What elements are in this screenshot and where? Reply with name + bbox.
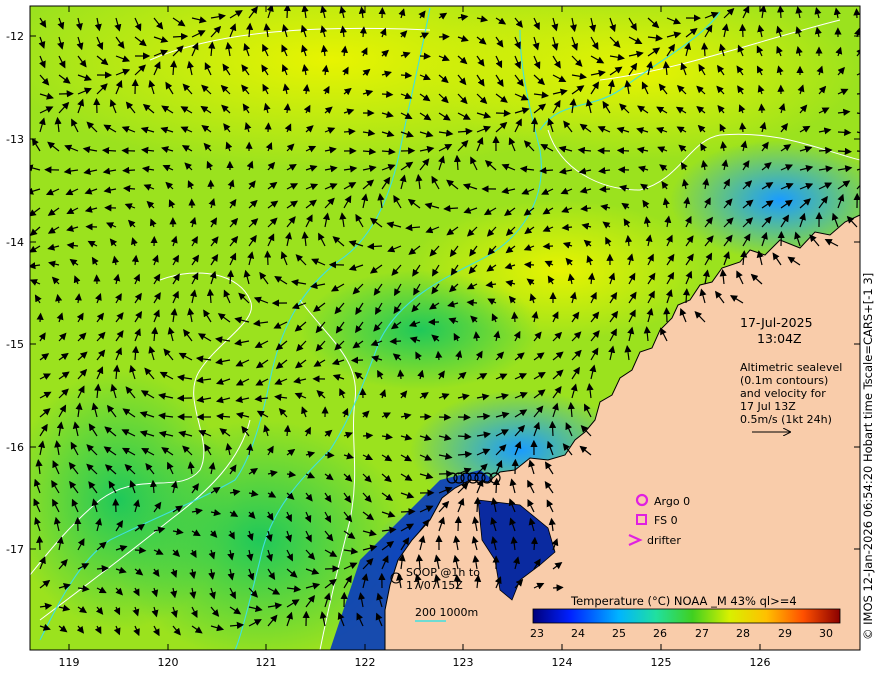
lon-tick-label: 121 [256, 656, 277, 669]
colorbar-tick: 28 [736, 627, 750, 640]
velocity-arrow [401, 75, 411, 76]
colorbar-tick: 29 [778, 627, 792, 640]
fs-label: FS 0 [654, 514, 678, 527]
velocity-arrow [116, 500, 117, 513]
velocity-arrow [544, 246, 553, 247]
lat-tick-label: -17 [6, 543, 24, 556]
velocity-arrow [344, 131, 355, 132]
velocity-arrow [496, 113, 510, 114]
velocity-arrow [268, 124, 269, 133]
argo-label: Argo 0 [654, 495, 690, 508]
colorbar-tick: 26 [653, 627, 667, 640]
velocity-arrow [124, 188, 135, 189]
soop-label: SOOP @1h to [406, 566, 480, 579]
altimetry-line: (0.1m contours) [740, 374, 828, 387]
velocity-arrow [325, 569, 338, 570]
velocity-arrow [553, 587, 563, 588]
velocity-arrow [600, 189, 610, 190]
velocity-arrow [123, 151, 135, 152]
velocity-arrow [363, 435, 372, 436]
altimetry-line: 0.5m/s (1kt 24h) [740, 413, 832, 426]
velocity-arrow [477, 498, 478, 512]
lat-tick-label: -12 [6, 30, 24, 43]
credit-sidebar: © IMOS 12-Jan-2026 06:54:20 Hobart time … [861, 273, 875, 640]
velocity-arrow [857, 9, 858, 18]
velocity-arrow [368, 246, 382, 247]
lat-tick-label: -15 [6, 338, 24, 351]
velocity-arrow [761, 105, 762, 113]
velocity-arrow [352, 360, 363, 361]
lat-tick-label: -13 [6, 133, 24, 146]
lat-tick-label: -14 [6, 236, 24, 249]
colorbar-title: Temperature (°C) NOAA _M 43% ql>=4 [570, 594, 797, 608]
lon-tick-label: 125 [651, 656, 672, 669]
velocity-arrow [838, 132, 850, 133]
date-label: 17-Jul-2025 [740, 315, 813, 330]
altimetry-line: 17 Jul 13Z [740, 400, 796, 413]
velocity-arrow [287, 104, 288, 113]
colorbar-tick: 27 [695, 627, 709, 640]
velocity-arrow [287, 5, 288, 18]
velocity-arrow [173, 36, 187, 37]
velocity-arrow [496, 479, 497, 493]
velocity-arrow [686, 289, 687, 303]
velocity-arrow [123, 170, 135, 171]
soop-label: 17/07 15Z [406, 579, 463, 592]
colorbar-gradient [533, 609, 840, 623]
velocity-arrow [667, 308, 668, 322]
velocity-arrow [40, 314, 41, 322]
velocity-arrow [514, 313, 515, 322]
drifter-label: drifter [647, 534, 681, 547]
velocity-arrow [618, 150, 629, 151]
velocity-arrow [439, 417, 450, 418]
lon-tick-label: 119 [59, 656, 80, 669]
altimetry-line: Altimetric sealevel [740, 361, 842, 374]
depth-label: 200 1000m [415, 606, 478, 619]
velocity-arrow [97, 99, 98, 113]
altimetry-line: and velocity for [740, 387, 826, 400]
velocity-arrow [704, 44, 705, 57]
lat-tick-label: -16 [6, 441, 24, 454]
velocity-arrow [420, 56, 430, 57]
velocity-arrow [39, 537, 40, 550]
lon-tick-label: 124 [552, 656, 573, 669]
velocity-arrow [400, 371, 401, 379]
lon-tick-label: 120 [158, 656, 179, 669]
time-label: 13:04Z [757, 331, 802, 346]
lon-tick-label: 126 [750, 656, 771, 669]
velocity-arrow [619, 170, 629, 171]
velocity-arrow [135, 550, 145, 551]
velocity-arrow [552, 422, 553, 436]
velocity-arrow [401, 511, 414, 512]
colorbar-tick: 25 [612, 627, 626, 640]
velocity-arrow [838, 151, 851, 152]
velocity-arrow [780, 6, 781, 18]
colorbar-tick: 23 [530, 627, 544, 640]
colorbar-tick: 24 [571, 627, 585, 640]
velocity-arrow [458, 517, 459, 531]
velocity-arrow [391, 341, 401, 342]
lon-tick-label: 122 [355, 656, 376, 669]
lon-tick-label: 123 [453, 656, 474, 669]
velocity-arrow [525, 264, 534, 265]
colorbar-tick: 30 [819, 627, 833, 640]
velocity-arrow [468, 302, 477, 303]
velocity-arrow [382, 94, 392, 95]
velocity-arrow [267, 252, 268, 265]
velocity-arrow [742, 25, 743, 37]
map-figure: -12 -13 -14 -15 -16 -17 119 120 121 122 … [0, 0, 880, 680]
velocity-arrow [103, 150, 116, 151]
